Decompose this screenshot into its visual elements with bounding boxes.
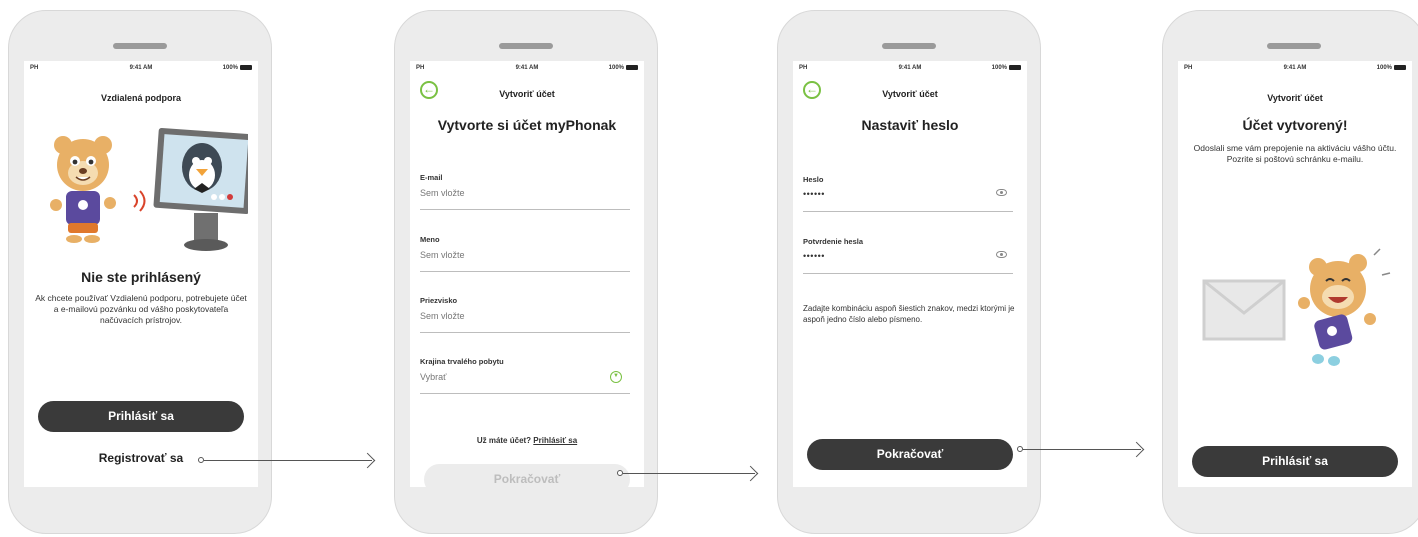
battery-indicator: 100%	[1377, 65, 1406, 71]
eye-icon[interactable]	[996, 251, 1007, 258]
battery-indicator: 100%	[992, 65, 1021, 71]
screen-header: Vytvoriť účet	[1267, 93, 1323, 103]
activation-message: Odoslali sme vám prepojenie na aktiváciu…	[1193, 143, 1397, 164]
lion-envelope-illustration	[1202, 248, 1391, 366]
login-button[interactable]: Prihlásiť sa	[38, 401, 244, 432]
flow-connector-line	[204, 460, 372, 461]
continue-button[interactable]: Pokračovať	[807, 439, 1013, 470]
confirm-password-field[interactable]: Potvrdenie hesla ••••••	[803, 237, 1013, 274]
battery-indicator: 100%	[609, 65, 638, 71]
phone-speaker	[113, 43, 167, 49]
last-name-field[interactable]: Priezvisko Sem vložte	[420, 296, 630, 333]
screen-create-account: PH 9:41 AM 100% ← Vytvoriť účet Vytvorte…	[410, 61, 644, 487]
phone-frame-create-account: PH 9:41 AM 100% ← Vytvoriť účet Vytvorte…	[394, 10, 658, 534]
set-password-title: Nastaviť heslo	[861, 117, 959, 133]
flow-arrow-icon	[742, 465, 759, 482]
screen-set-password: PH 9:41 AM 100% ← Vytvoriť účet Nastaviť…	[793, 61, 1027, 487]
phone-frame-account-created: PH 9:41 AM 100% Vytvoriť účet Účet vytvo…	[1162, 10, 1418, 534]
email-field[interactable]: E-mail Sem vložte	[420, 173, 630, 210]
login-link[interactable]: Prihlásiť sa	[533, 436, 577, 445]
password-field[interactable]: Heslo ••••••	[803, 175, 1013, 212]
continue-button-disabled[interactable]: Pokračovať	[424, 464, 630, 487]
eye-icon[interactable]	[996, 189, 1007, 196]
lion-video-call-illustration	[50, 127, 248, 251]
password-hint: Zadajte kombináciu aspoň šiestich znakov…	[803, 304, 1015, 324]
not-logged-in-message: Ak chcete používať Vzdialenú podporu, po…	[35, 293, 247, 325]
battery-icon	[1394, 65, 1406, 70]
flow-connector-line	[1023, 449, 1141, 450]
country-select[interactable]: Krajina trvalého pobytu Vybrať ▼	[420, 357, 630, 394]
flow-connector-line	[623, 473, 755, 474]
battery-icon	[626, 65, 638, 70]
status-bar: PH 9:41 AM 100%	[793, 65, 1027, 75]
not-logged-in-title: Nie ste prihlásený	[81, 269, 201, 285]
first-name-field[interactable]: Meno Sem vložte	[420, 235, 630, 272]
battery-icon	[1009, 65, 1021, 70]
screen-not-logged-in: PH 9:41 AM 100% Vzdialená podpora Nie st…	[24, 61, 258, 487]
phone-speaker	[499, 43, 553, 49]
battery-indicator: 100%	[223, 65, 252, 71]
screen-header: Vzdialená podpora	[100, 93, 181, 103]
screen-account-created: PH 9:41 AM 100% Vytvoriť účet Účet vytvo…	[1178, 61, 1412, 487]
flow-arrow-icon	[359, 452, 376, 469]
battery-icon	[240, 65, 252, 70]
status-bar: PH 9:41 AM 100%	[1178, 65, 1412, 75]
phone-speaker	[1267, 43, 1321, 49]
screen-header: Vytvoriť účet	[882, 89, 938, 99]
create-account-title: Vytvorte si účet myPhonak	[437, 117, 617, 133]
status-bar: PH 9:41 AM 100%	[410, 65, 644, 75]
phone-frame-set-password: PH 9:41 AM 100% ← Vytvoriť účet Nastaviť…	[777, 10, 1041, 534]
flow-arrow-icon	[1128, 441, 1145, 458]
phone-frame-remote-support: PH 9:41 AM 100% Vzdialená podpora Nie st…	[8, 10, 272, 534]
screen-header: Vytvoriť účet	[499, 89, 555, 99]
login-button[interactable]: Prihlásiť sa	[1192, 446, 1398, 477]
chevron-down-icon[interactable]: ▼	[610, 371, 622, 383]
account-created-title: Účet vytvorený!	[1242, 117, 1348, 133]
phone-speaker	[882, 43, 936, 49]
register-link[interactable]: Registrovať sa	[24, 451, 258, 465]
have-account-line: Už máte účet? Prihlásiť sa	[476, 436, 578, 445]
status-bar: PH 9:41 AM 100%	[24, 65, 258, 75]
